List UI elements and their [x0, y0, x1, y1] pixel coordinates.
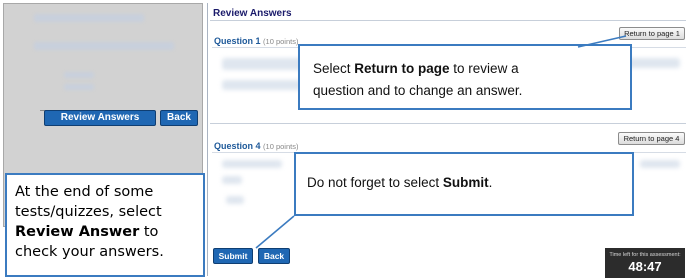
blurred-option-false — [64, 84, 94, 90]
callout1-bold: Return to page — [354, 61, 450, 76]
submit-button[interactable]: Submit — [213, 248, 253, 264]
return-to-page-4-button[interactable]: Return to page 4 — [618, 132, 685, 145]
tutorial-screenshot: Review Answers Back At the end of some t… — [0, 0, 690, 279]
title-divider — [210, 20, 686, 21]
assessment-timer: Time left for this assessment: 48:47 — [605, 248, 685, 278]
submit-callout: Do not forget to select Submit. — [294, 152, 634, 216]
return-to-page-callout: Select Return to page to review a questi… — [298, 44, 632, 110]
left-callout-line2: tests/quizzes, select — [15, 204, 162, 220]
blurred-q4-text — [222, 160, 282, 168]
blurred-question-heading — [34, 42, 174, 50]
question-4-title: Question 4 (10 points) — [214, 141, 298, 151]
question-1-points: (10 points) — [263, 37, 299, 46]
left-callout-line4: check your answers. — [15, 244, 164, 260]
callout2-prefix: Do not forget to select — [307, 175, 443, 190]
blurred-q1-answer — [222, 80, 302, 90]
callout2-bold: Submit — [442, 175, 489, 190]
blurred-show-instructions — [34, 14, 144, 22]
left-callout-bold: Review Answer — [15, 224, 140, 240]
callout1-prefix: Select — [313, 61, 355, 76]
timer-value: 48:47 — [628, 259, 662, 274]
blurred-q4-answer-a — [222, 176, 242, 184]
blurred-option-true — [64, 72, 94, 78]
back-button[interactable]: Back — [258, 248, 290, 264]
left-callout-line1: At the end of some — [15, 184, 154, 200]
left-callout-line3: Review Answer to — [15, 222, 195, 242]
section-divider — [210, 123, 686, 124]
callout1-line2: question and to change an answer. — [313, 83, 523, 98]
return-to-page-1-button[interactable]: Return to page 1 — [619, 27, 685, 40]
left-callout: At the end of some tests/quizzes, select… — [5, 173, 205, 277]
timer-label: Time left for this assessment: — [609, 252, 681, 258]
question-1-title: Question 1 (10 points) — [214, 36, 298, 46]
callout1-line1: Select Return to page to review a — [313, 59, 519, 79]
blurred-q4-answer-b — [226, 196, 244, 204]
page-title: Review Answers — [213, 8, 292, 19]
blurred-q4-side — [640, 160, 680, 168]
left-callout-after-bold: to — [139, 224, 159, 240]
callout2-text: Do not forget to select Submit. — [307, 173, 492, 193]
question-4-label: Question 4 — [214, 141, 261, 151]
review-answers-button[interactable]: Review Answers — [44, 110, 156, 126]
question-4-points: (10 points) — [263, 142, 299, 151]
back-button-left[interactable]: Back — [160, 110, 198, 126]
question-1-label: Question 1 — [214, 36, 261, 46]
callout2-suffix: . — [488, 175, 493, 190]
callout1-suffix: to review a — [449, 61, 519, 76]
